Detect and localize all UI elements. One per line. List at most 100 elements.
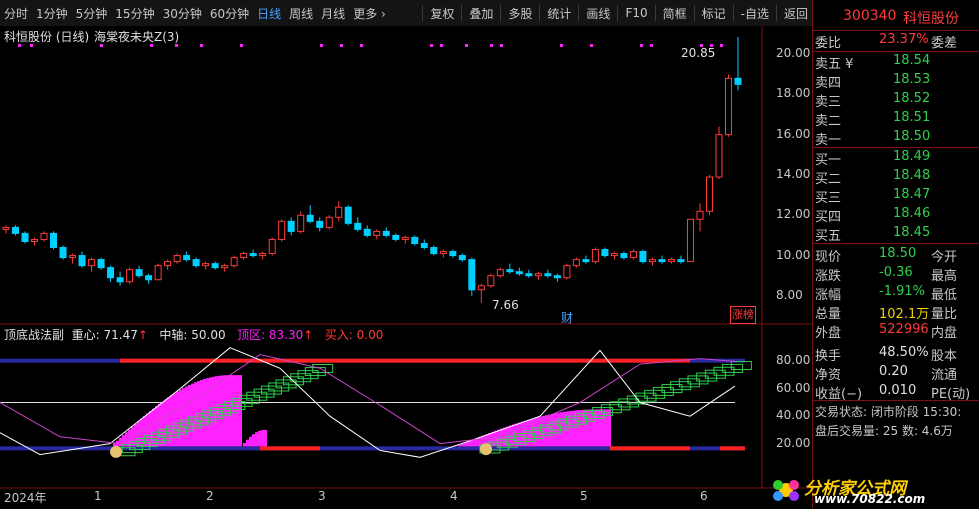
stat-label: 净资 [815,368,842,383]
candle-body [610,253,618,257]
toolbar-button-4[interactable]: 画线 [582,5,614,22]
bottom-band-red [720,446,745,451]
period-tab-8[interactable]: 月线 [317,5,349,22]
candle-body [382,230,390,236]
toolbar-button-8[interactable]: -自选 [737,5,773,22]
sub-y-tick-label: 60.00 [776,380,811,395]
period-tab-7[interactable]: 周线 [285,5,317,22]
toolbar-sep [422,5,424,21]
sell-row: 卖二 18.51 [813,110,979,129]
stat-label-right: 股本 [931,349,958,364]
stock-header: 300340 科恒股份 [813,8,979,27]
watermark-logo: 分析家公式网 www.70822.com [768,476,976,506]
sell-row: 卖三 18.52 [813,91,979,110]
candle-body [677,259,685,263]
candle-body [449,251,457,257]
high-label: 20.85 [681,46,716,60]
toolbar-button-0[interactable]: 复权 [426,5,458,22]
period-tab-9[interactable]: 更多 › [349,5,390,22]
volume-bar [518,422,521,447]
candle-body [306,214,314,222]
candle-body [696,210,704,220]
sell-price: 18.50 [893,129,931,144]
sub-name: 顶底战法副 [4,328,65,342]
stat-label: 现价 [815,250,842,265]
kline-chart[interactable] [0,26,812,508]
candle-body [430,247,438,255]
candle-body [572,259,580,267]
stat-row: 换手 48.50% 股本 [813,345,979,364]
indicator-name[interactable]: 海棠夜未央Z(3) [94,28,179,45]
candle-body [591,249,599,263]
x-tick-label: 3 [318,489,326,503]
dingqu-value: 顶区: 83.30 [237,328,304,342]
period-tab-5[interactable]: 60分钟 [206,5,253,22]
sell-row: 卖五 ¥ 18.54 [813,53,979,72]
limit-up-badge[interactable]: 涨榜 [730,306,756,324]
divider [813,147,979,148]
candle-body [392,234,400,240]
x-tick-label: 2 [206,489,214,503]
volume-bar [246,439,249,447]
stat-value: 0.20 [879,364,908,379]
volume-bar [249,436,252,447]
y-tick-label: 16.00 [776,126,811,141]
candle-body [78,255,86,267]
stock-name: 科恒股份 [903,11,959,27]
toolbar-button-1[interactable]: 叠加 [465,5,497,22]
volume-bar [596,409,599,447]
buy-row: 买一 18.49 [813,149,979,168]
toolbar-button-6[interactable]: 简框 [659,5,691,22]
volume-bar [458,445,461,447]
sub-y-tick-label: 40.00 [776,408,811,423]
period-tab-3[interactable]: 15分钟 [111,5,158,22]
toolbar-button-3[interactable]: 统计 [543,5,575,22]
toolbar-sep [693,5,695,21]
quote-panel: 300340 科恒股份 委比 23.37% 委差 卖五 ¥ 18.54 卖四 18.5… [812,0,979,508]
candle-body [458,255,466,261]
volume-bar [239,375,242,447]
buy-signal-icon [480,443,492,456]
mairu-value: 买入: 0.00 [324,328,384,342]
signal-dot [500,44,503,47]
finance-marker[interactable]: 财 [561,309,573,326]
volume-bar [461,443,464,447]
volume-bar [264,429,267,447]
sell-label: 卖五 ¥ [815,57,854,72]
candle-body [477,285,485,291]
period-tab-2[interactable]: 5分钟 [72,5,112,22]
y-tick-label: 18.00 [776,86,811,101]
y-tick-label: 20.00 [776,46,811,61]
candle-body [40,232,48,240]
signal-dot [465,44,468,47]
signal-dot [440,44,443,47]
toolbar-button-7[interactable]: 标记 [698,5,730,22]
stat-label-right: 流通 [931,368,958,383]
period-tab-0[interactable]: 分时 [0,5,32,22]
period-tab-6[interactable]: 日线 [253,5,285,22]
candle-body [325,216,333,228]
volume-bar [191,383,194,447]
candle-body [439,251,447,255]
stat-label-right: 最低 [931,288,958,303]
candle-body [544,273,552,277]
signal-dot [640,44,643,47]
volume-bar [261,430,264,447]
candle-body [240,253,248,259]
period-tab-1[interactable]: 1分钟 [32,5,72,22]
candle-body [658,259,666,263]
candle-body [354,222,362,230]
signal-dot [320,44,323,47]
sub-y-tick-label: 20.00 [776,435,811,450]
candle-body [648,259,656,263]
toolbar-button-5[interactable]: F10 [621,6,651,20]
candle-body [686,218,694,263]
candle-body [401,236,409,240]
toolbar-button-9[interactable]: 返回 [780,5,812,22]
period-tab-4[interactable]: 30分钟 [159,5,206,22]
stat-row: 现价 18.50 今开 [813,246,979,265]
volume-bar [255,432,258,447]
buy-row: 买三 18.47 [813,187,979,206]
toolbar-button-2[interactable]: 多股 [504,5,536,22]
sell-price: 18.54 [893,53,931,68]
